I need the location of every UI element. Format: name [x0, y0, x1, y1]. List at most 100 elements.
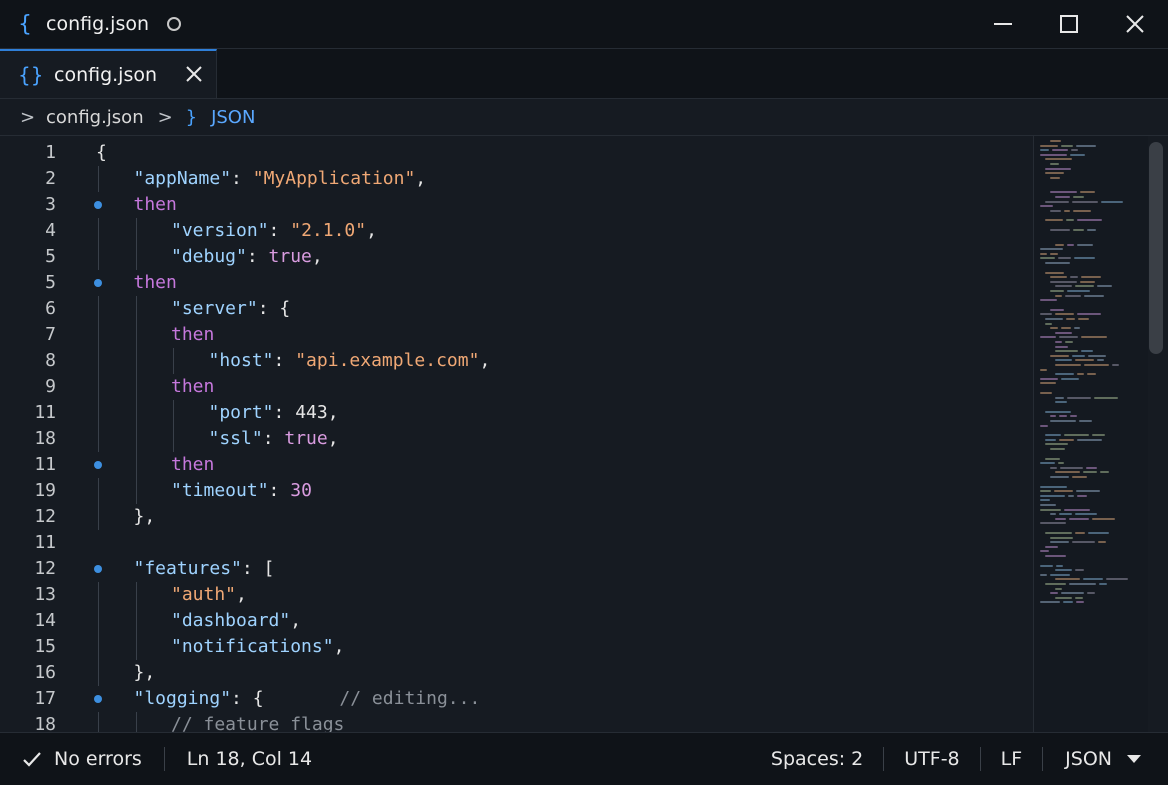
minimap-line [1087, 592, 1095, 595]
minimap[interactable] [1033, 136, 1148, 732]
tab-config-json[interactable]: {} config.json [0, 49, 217, 98]
code-line[interactable]: 19 "timeout": 30 [0, 478, 1032, 504]
minimize-button[interactable] [970, 0, 1036, 48]
eol-setting[interactable]: LF [1001, 733, 1023, 785]
breadcrumb-symbol[interactable]: JSON [211, 107, 255, 128]
minimap-line [1079, 420, 1092, 422]
minimap-line [1050, 280, 1077, 283]
fold-marker-icon[interactable] [94, 695, 102, 703]
minimap-line [1050, 209, 1061, 212]
breadcrumb-file[interactable]: config.json [46, 107, 144, 128]
minimap-line [1074, 327, 1080, 330]
minimap-line [1081, 350, 1093, 353]
code-line[interactable]: 12}, [0, 504, 1032, 530]
minimap-line [1040, 392, 1052, 394]
fold-marker-icon[interactable] [94, 279, 102, 287]
code-line[interactable]: 18 // feature flags [0, 712, 1032, 732]
indent-guide [98, 374, 99, 400]
code-text: "auth", [171, 582, 247, 608]
fold-marker-icon[interactable] [94, 565, 102, 573]
code-editor[interactable]: 1{2 "appName": "MyApplication", 3 then 4 "ver… [0, 136, 1032, 732]
code-token: , [327, 402, 339, 423]
minimap-line [1073, 229, 1084, 231]
close-icon [1126, 15, 1144, 33]
code-line[interactable]: 16}, [0, 660, 1032, 686]
code-token: , [311, 246, 323, 267]
code-token: , [333, 636, 345, 657]
code-line[interactable]: 4 "version": "2.1.0", [0, 218, 1032, 244]
minimap-line [1050, 448, 1065, 450]
title-bar: { config.json [0, 0, 1168, 49]
minimap-line [1040, 522, 1066, 525]
minimap-line [1075, 359, 1094, 362]
fold-marker-icon[interactable] [94, 201, 102, 209]
minimap-line [1055, 471, 1080, 474]
indentation-setting[interactable]: Spaces: 2 [771, 733, 863, 785]
code-text: }, [134, 660, 156, 686]
code-token: then [171, 324, 215, 345]
code-line[interactable]: 2 "appName": "MyApplication", [0, 166, 1032, 192]
status-divider [1042, 747, 1044, 771]
code-line[interactable]: 11 [0, 530, 1032, 556]
code-line[interactable]: 13 "auth", [0, 582, 1032, 608]
indent-guide [135, 296, 137, 322]
indent-guide [98, 244, 99, 270]
code-line[interactable]: 12 "features": [ [0, 556, 1032, 582]
indent-guide [135, 608, 137, 634]
fold-marker-icon[interactable] [94, 461, 102, 469]
code-token: : [231, 168, 253, 189]
code-line[interactable]: 17 "logging": { // editing... [0, 686, 1032, 712]
code-line[interactable]: 15 "notifications", [0, 634, 1032, 660]
line-number: 9 [45, 376, 56, 397]
chevron-right-icon: > [157, 106, 173, 128]
tab-close-icon[interactable] [184, 64, 204, 84]
encoding-label: UTF-8 [904, 748, 960, 770]
line-number: 11 [34, 454, 56, 475]
code-line[interactable]: 5 "debug": true, [0, 244, 1032, 270]
minimap-line [1056, 564, 1063, 567]
code-line[interactable]: 6 "server": { [0, 296, 1032, 322]
cursor-position[interactable]: Ln 18, Col 14 [187, 733, 312, 785]
minimap-line [1073, 209, 1091, 212]
line-number: 8 [45, 350, 56, 371]
code-line[interactable]: 7 then [0, 322, 1032, 348]
minimap-line [1040, 573, 1047, 576]
minimap-line [1055, 569, 1072, 572]
code-line[interactable]: 3 then [0, 192, 1032, 218]
minimap-line [1040, 494, 1065, 497]
code-line[interactable]: 14 "dashboard", [0, 608, 1032, 634]
line-number: 18 [34, 428, 56, 449]
code-line[interactable]: 18 "ssl": true, [0, 426, 1032, 452]
code-line[interactable]: 11 "port": 443, [0, 400, 1032, 426]
minimap-line [1045, 555, 1066, 557]
line-number: 2 [45, 168, 56, 189]
code-token: "auth" [171, 584, 237, 605]
language-mode-select[interactable]: JSON [1065, 733, 1142, 785]
minimap-line [1081, 276, 1101, 279]
vertical-scrollbar[interactable] [1149, 142, 1163, 354]
maximize-button[interactable] [1036, 0, 1102, 48]
code-line[interactable]: 8 "host": "api.example.com", [0, 348, 1032, 374]
code-text: then [171, 322, 214, 348]
minimap-line [1040, 336, 1056, 339]
minimap-line [1050, 176, 1060, 179]
code-token: "ssl" [208, 428, 263, 449]
minimap-line [1050, 573, 1070, 576]
close-window-button[interactable] [1102, 0, 1168, 48]
minimap-line [1045, 158, 1072, 161]
minimap-line [1076, 601, 1084, 604]
code-line[interactable]: 9 then [0, 374, 1032, 400]
breadcrumb: > config.json > } JSON [0, 99, 1168, 136]
minimap-line [1058, 257, 1071, 260]
problems-status[interactable]: No errors [22, 733, 142, 785]
code-line[interactable]: 11 then [0, 452, 1032, 478]
minimap-line [1070, 415, 1077, 418]
code-line[interactable]: 5 then [0, 270, 1032, 296]
code-text: "timeout": 30 [171, 478, 312, 504]
json-symbol-icon: } [185, 106, 198, 128]
encoding-setting[interactable]: UTF-8 [904, 733, 959, 785]
unsaved-indicator-icon [167, 17, 182, 31]
minimap-line [1097, 359, 1104, 362]
code-token: then [133, 272, 177, 293]
code-line[interactable]: 1{ [0, 140, 1032, 166]
